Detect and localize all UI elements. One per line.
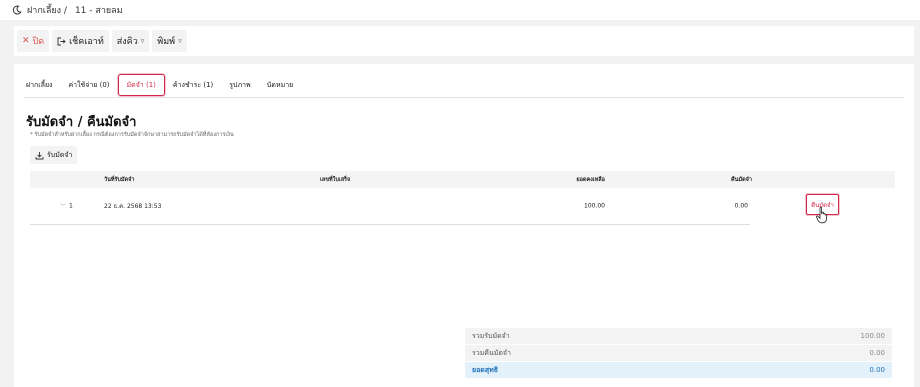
summary-label: ยอดสุทธิ xyxy=(472,365,499,374)
summary-total-received: รวมรับมัดจำ 100.00 xyxy=(465,328,892,344)
column-header-receipt: เลขที่ใบเสร็จ xyxy=(320,176,351,183)
column-header-returned: คืนมัดจำ xyxy=(731,176,752,183)
tab-label: ค้างชำระ (1) xyxy=(172,80,214,89)
breadcrumb-page: 11 - สายลม xyxy=(74,6,123,16)
close-icon: ✕ xyxy=(22,36,30,46)
tab-photos[interactable]: รูปภาพ xyxy=(221,74,258,96)
download-icon xyxy=(35,151,44,159)
column-header-date: วันที่รับมัดจำ xyxy=(104,176,135,183)
section-note: * รับมัดจำสำหรับฝากเลี้ยง กรณีต้องการรับ… xyxy=(30,132,234,138)
summary-value: 0.00 xyxy=(869,366,885,374)
breadcrumb: ฝากเลี้ยง / 11 - สายลม xyxy=(0,0,920,20)
summary-value: 100.00 xyxy=(860,332,886,340)
chevron-down-icon: ▿ xyxy=(140,37,145,45)
tab-appointments[interactable]: นัดหมาย xyxy=(259,74,302,96)
tab-expenses[interactable]: ค่าใช้จ่าย (0) xyxy=(60,74,117,96)
print-dropdown[interactable]: พิมพ์ ▿ xyxy=(152,30,187,52)
close-label: ปิด xyxy=(32,37,45,47)
row-returned: 0.00 xyxy=(734,202,748,210)
tab-deposit[interactable]: มัดจำ (1) xyxy=(117,74,165,96)
close-button[interactable]: ✕ ปิด xyxy=(17,30,50,52)
tab-label: มัดจำ (1) xyxy=(126,80,156,89)
hand-cursor-icon xyxy=(815,206,827,224)
breadcrumb-section[interactable]: ฝากเลี้ยง / xyxy=(27,3,67,17)
checkout-label: เช็คเอาท์ xyxy=(69,37,104,47)
tab-bar: ฝากเลี้ยง ค่าใช้จ่าย (0) มัดจำ (1) ค้างช… xyxy=(18,72,301,98)
chevron-down-icon: ▿ xyxy=(178,37,182,45)
summary-total-returned: รวมคืนมัดจำ 0.00 xyxy=(465,345,892,361)
checkout-button[interactable]: เช็คเอาท์ xyxy=(52,30,109,52)
row-number: 1 xyxy=(69,202,73,210)
toolbar: ✕ ปิด เช็คเอาท์ ส่งคิว ▿ พิมพ์ ▿ xyxy=(14,26,914,56)
tab-label: นัดหมาย xyxy=(266,80,294,89)
column-header-balance: ยอดคงเหลือ xyxy=(576,176,605,183)
tab-label: รูปภาพ xyxy=(229,80,251,89)
table-header: วันที่รับมัดจำ เลขที่ใบเสร็จ ยอดคงเหลือ … xyxy=(30,171,895,188)
receive-deposit-button[interactable]: รับมัดจำ xyxy=(30,146,78,164)
send-queue-dropdown[interactable]: ส่งคิว ▿ xyxy=(111,30,150,52)
tab-label: ฝากเลี้ยง xyxy=(26,80,53,89)
summary-value: 0.00 xyxy=(869,349,885,357)
moon-icon[interactable] xyxy=(12,5,22,15)
receive-deposit-label: รับมัดจำ xyxy=(47,150,73,159)
chevron-down-icon[interactable]: ﹀ xyxy=(60,202,66,211)
tab-label: ค่าใช้จ่าย (0) xyxy=(68,80,110,89)
deposit-summary: รวมรับมัดจำ 100.00 รวมคืนมัดจำ 0.00 ยอดส… xyxy=(465,328,892,379)
tab-boarding[interactable]: ฝากเลี้ยง xyxy=(18,74,60,96)
summary-net-total: ยอดสุทธิ 0.00 xyxy=(465,362,892,378)
tab-outstanding[interactable]: ค้างชำระ (1) xyxy=(165,74,221,96)
logout-icon xyxy=(57,37,66,45)
send-queue-label: ส่งคิว xyxy=(116,37,138,47)
deposit-panel: ฝากเลี้ยง ค่าใช้จ่าย (0) มัดจำ (1) ค้างช… xyxy=(14,64,914,387)
summary-label: รวมรับมัดจำ xyxy=(472,331,510,340)
row-balance: 100.00 xyxy=(584,202,605,210)
section-title: รับมัดจำ / คืนมัดจำ xyxy=(26,115,137,130)
print-label: พิมพ์ xyxy=(157,37,176,47)
tab-divider xyxy=(24,97,904,98)
row-date: 22 ธ.ค. 2568 13:53 xyxy=(104,203,162,210)
summary-label: รวมคืนมัดจำ xyxy=(472,348,511,357)
table-row: ﹀ 1 22 ธ.ค. 2568 13:53 100.00 0.00 xyxy=(30,188,750,225)
